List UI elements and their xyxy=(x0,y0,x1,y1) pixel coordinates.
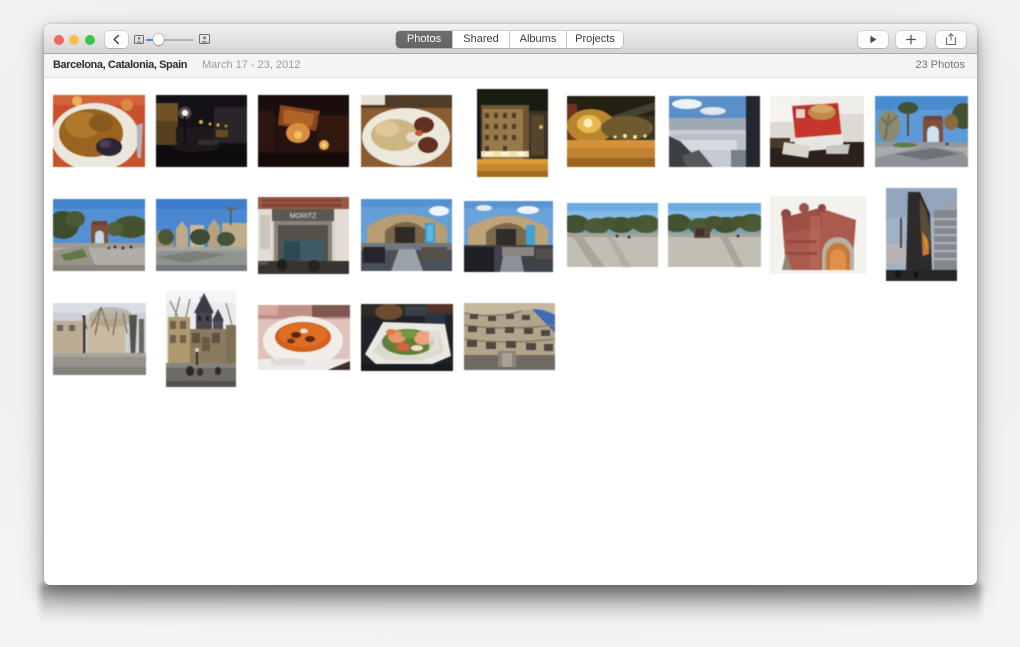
svg-text:MORITZ: MORITZ xyxy=(290,213,318,220)
